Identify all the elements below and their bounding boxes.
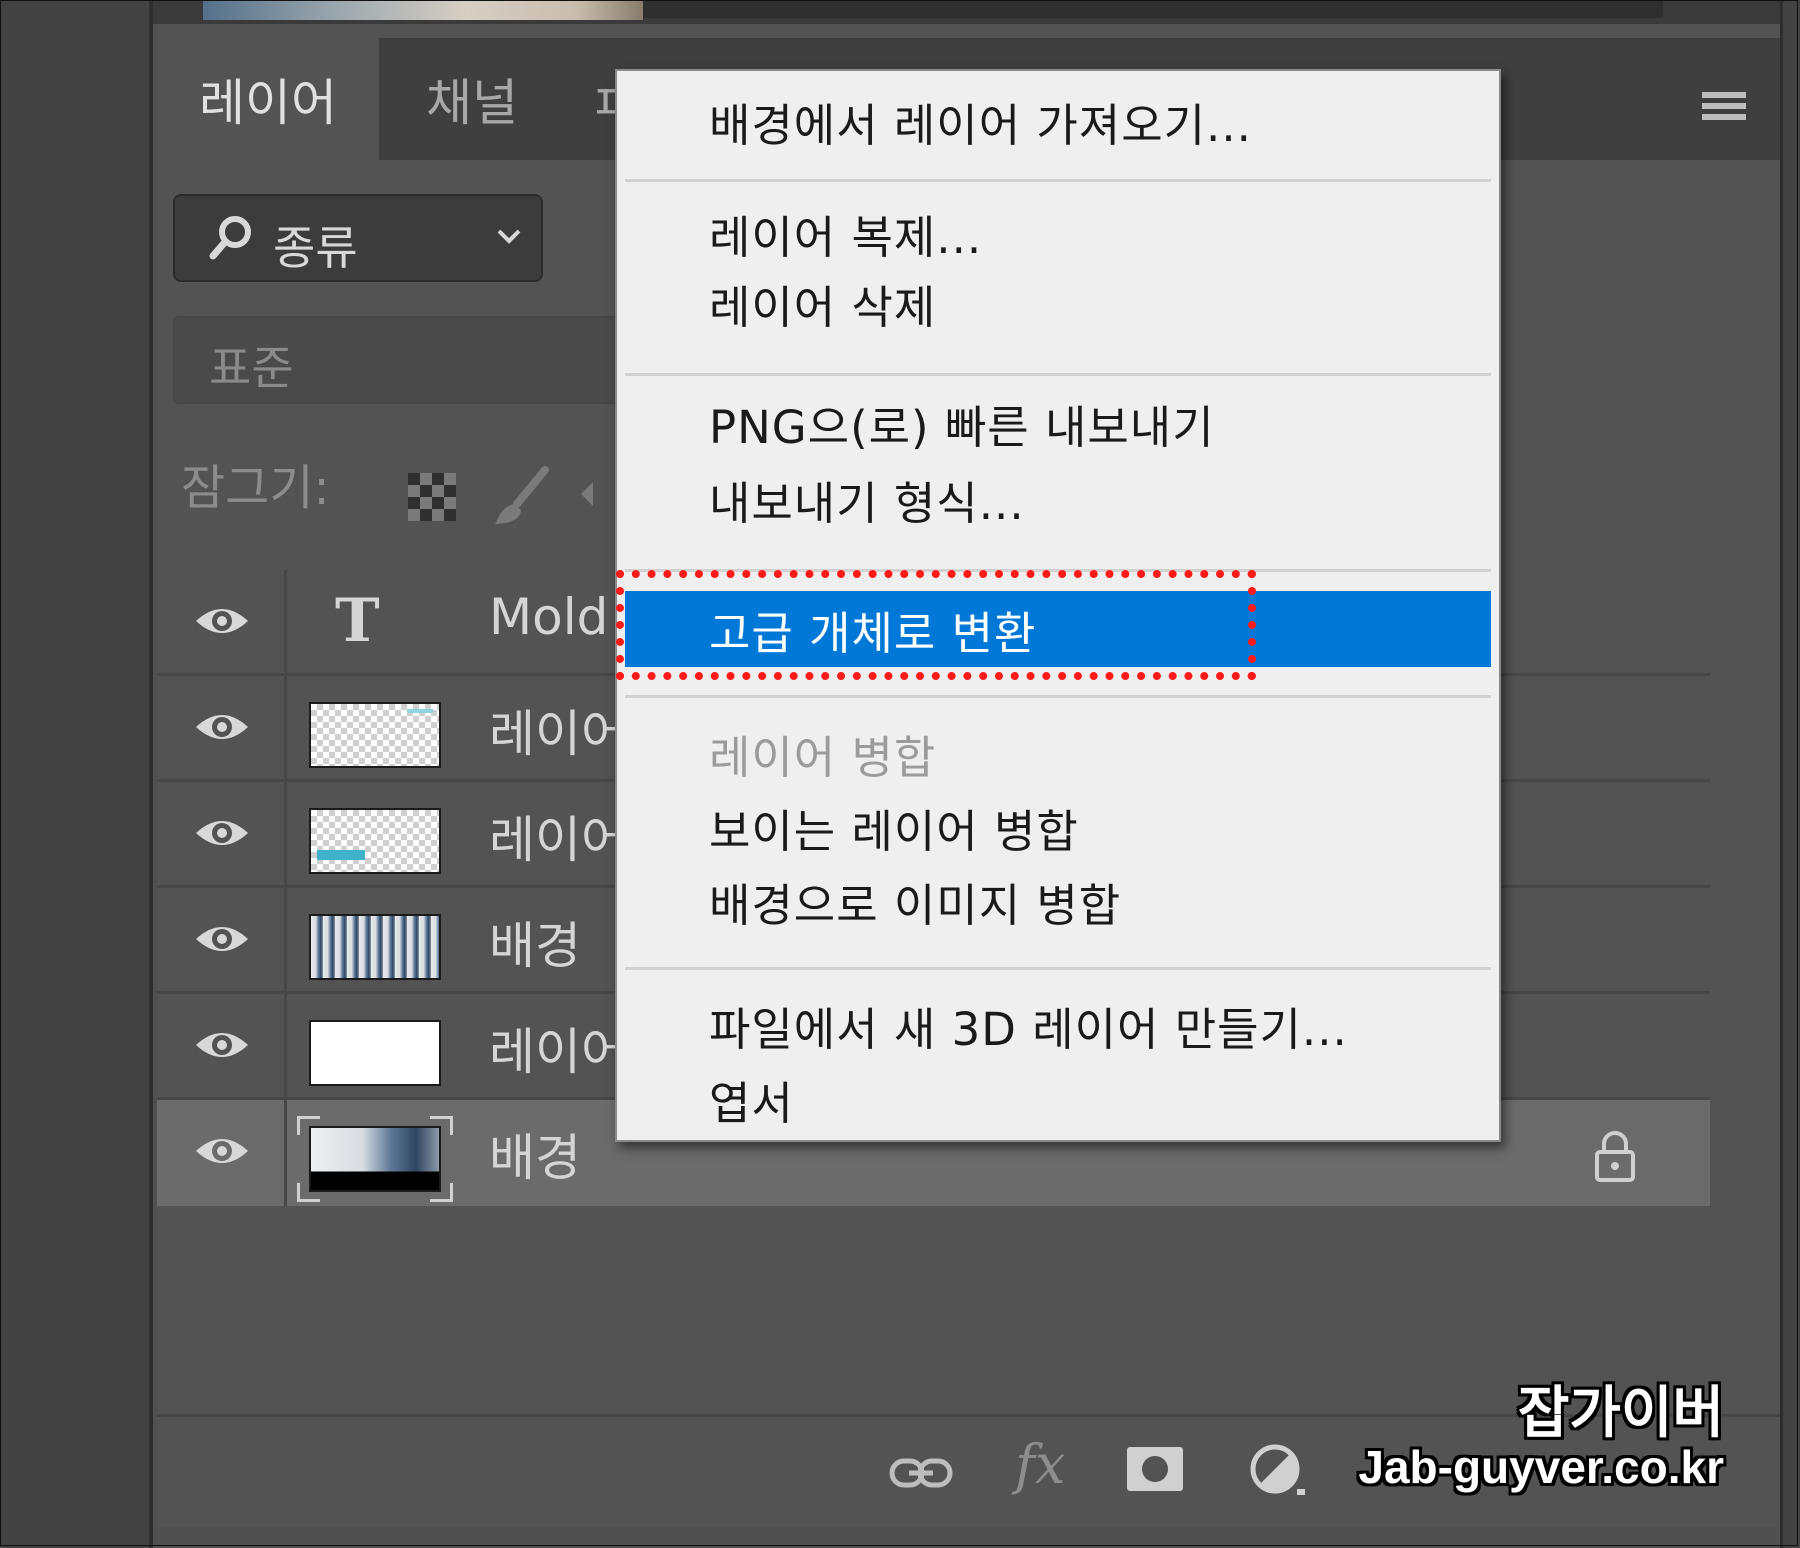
lock-image-pixels-icon[interactable] <box>491 464 551 528</box>
blend-mode-select[interactable]: 표준 <box>173 316 633 404</box>
layer-name: 배경 <box>489 1129 581 1187</box>
menu-item-duplicate-layer[interactable]: 레이어 복제... <box>709 201 982 266</box>
panel-menu-icon[interactable] <box>1702 92 1746 126</box>
menu-separator <box>625 179 1491 182</box>
adjustment-icon[interactable] <box>1247 1441 1307 1497</box>
eye-icon[interactable] <box>194 601 250 641</box>
layer-thumbnail <box>309 1126 441 1192</box>
menu-item-quick-export-png[interactable]: PNG으(로) 빠른 내보내기 <box>709 391 1215 456</box>
lock-transparent-pixels-icon[interactable] <box>407 472 457 522</box>
tab-channels[interactable]: 채널 <box>382 38 562 160</box>
layer-name: 레이어 <box>489 705 627 763</box>
tab-layers[interactable]: 레이어 <box>157 38 379 160</box>
layer-name: 레이어 <box>489 811 627 869</box>
menu-item-delete-layer[interactable]: 레이어 삭제 <box>709 271 936 336</box>
eye-icon[interactable] <box>194 1131 250 1171</box>
menu-item-postcard[interactable]: 엽서 <box>709 1067 794 1132</box>
watermark-url: Jab-guyver.co.kr <box>1358 1441 1724 1493</box>
menu-item-layer-from-background[interactable]: 배경에서 레이어 가져오기... <box>709 89 1252 154</box>
menu-item-export-as[interactable]: 내보내기 형식... <box>709 467 1025 532</box>
eye-icon[interactable] <box>194 813 250 853</box>
menu-separator <box>625 967 1491 970</box>
menu-item-merge-visible[interactable]: 보이는 레이어 병합 <box>709 795 1079 860</box>
search-icon <box>209 216 251 260</box>
text-layer-icon: T <box>335 586 380 656</box>
menu-item-new-3d-layer-from-file[interactable]: 파일에서 새 3D 레이어 만들기... <box>709 993 1348 1058</box>
watermark-title: 잡가이버 <box>1517 1381 1724 1446</box>
eye-icon[interactable] <box>194 1025 250 1065</box>
layer-filter-label: 종류 <box>273 221 358 275</box>
menu-separator <box>625 373 1491 376</box>
layer-name: 배경 <box>489 917 581 975</box>
layer-thumbnail <box>309 702 441 768</box>
annotation-highlight-box <box>616 570 1256 680</box>
lock-position-icon[interactable] <box>579 474 609 514</box>
layer-thumbnail <box>309 1020 441 1086</box>
left-panel-edge <box>0 0 153 1548</box>
layer-thumbnail <box>309 808 441 874</box>
menu-item-flatten-image[interactable]: 배경으로 이미지 병합 <box>709 869 1121 934</box>
top-preview-strip <box>153 0 1780 24</box>
right-panel-edge <box>1780 0 1800 1548</box>
eye-icon[interactable] <box>194 919 250 959</box>
layer-name: Mold <box>489 588 609 646</box>
mask-icon[interactable] <box>1125 1445 1185 1493</box>
lock-icon[interactable] <box>1589 1130 1641 1182</box>
menu-separator <box>625 695 1491 698</box>
preview-dark-area <box>643 0 1663 18</box>
layer-thumbnail <box>309 914 441 980</box>
chevron-down-icon <box>497 229 521 244</box>
eye-icon[interactable] <box>194 707 250 747</box>
menu-item-merge-layers: 레이어 병합 <box>709 731 937 784</box>
fx-icon[interactable]: fx <box>1015 1433 1065 1496</box>
link-icon[interactable] <box>889 1453 953 1493</box>
layer-name: 레이어 <box>489 1023 627 1081</box>
layer-filter-select[interactable]: 종류 <box>173 194 543 282</box>
lock-label: 잠그기: <box>181 460 330 516</box>
preview-image <box>203 0 643 20</box>
